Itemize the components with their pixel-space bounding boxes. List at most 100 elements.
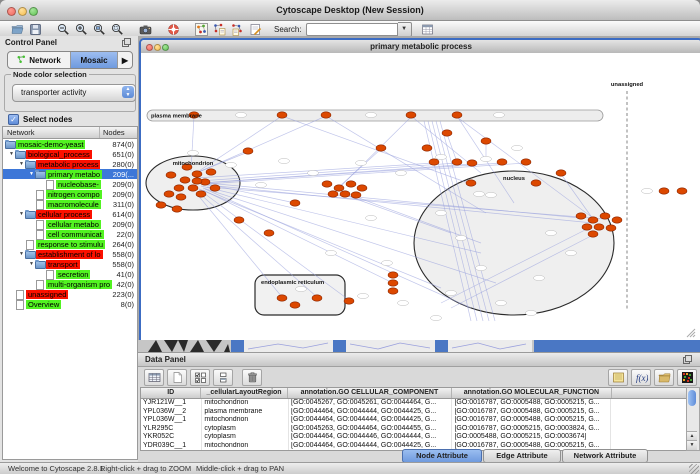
- column-visibility-icon[interactable]: [213, 369, 233, 386]
- snapshot-icon[interactable]: [138, 22, 153, 36]
- svg-text:mitochondrion: mitochondrion: [173, 161, 214, 167]
- network-canvas[interactable]: plasma membranemitochondrionnucleusendop…: [141, 53, 700, 342]
- network-overview-icon[interactable]: [194, 22, 209, 36]
- tree-row-metabolic-process[interactable]: ▼metabolic process280(0): [3, 159, 137, 169]
- tab-node-attribute-browser[interactable]: Node Attribute Browser: [402, 449, 482, 463]
- attribute-table[interactable]: ID_cellularLayoutRegionannotation.GO CEL…: [140, 387, 688, 451]
- cell: YLR295C: [141, 425, 202, 434]
- folder-icon: [25, 250, 35, 258]
- tab-mosaic[interactable]: Mosaic: [71, 52, 118, 68]
- attribute-table-icon[interactable]: [420, 22, 435, 36]
- folder-icon: [35, 260, 45, 268]
- zoom-selected-icon[interactable]: [92, 22, 107, 36]
- attribute-editor-icon[interactable]: [608, 369, 628, 386]
- search-input[interactable]: [306, 23, 398, 36]
- expander-icon[interactable]: ▼: [18, 251, 25, 257]
- tree-row-transport[interactable]: ▼transport558(0): [3, 259, 137, 269]
- new-document-icon[interactable]: [167, 369, 187, 386]
- network-close-button[interactable]: [146, 44, 153, 51]
- select-attributes-icon[interactable]: [190, 369, 210, 386]
- select-nodes-checkbox[interactable]: ✓: [8, 114, 19, 125]
- delete-icon[interactable]: [242, 369, 262, 386]
- tree-row-count: 280(0): [112, 160, 134, 169]
- close-button[interactable]: [7, 7, 16, 16]
- tree-row-overview[interactable]: Overview8(0): [3, 299, 137, 309]
- zoom-out-icon[interactable]: [56, 22, 71, 36]
- tree-row-nucleobase-[interactable]: nucleobase-209(0): [3, 179, 137, 189]
- status-bar: Welcome to Cytoscape 2.8.1Right-click + …: [0, 462, 700, 474]
- tree-row-macromolecule[interactable]: macromolecule311(0): [3, 199, 137, 209]
- table-row-yjr121w__1[interactable]: YJR121W__1mitochondrion[GO:0045267, GO:0…: [141, 399, 687, 408]
- open-file-icon[interactable]: [10, 22, 25, 36]
- cell: [GO:0016787, GO:0005488, GO:0005215, G..…: [452, 399, 611, 408]
- table-row-ykr052c[interactable]: YKR052Ccytoplasm[GO:0044464, GO:0044446,…: [141, 433, 687, 442]
- edit-network-2-icon[interactable]: [230, 22, 245, 36]
- float-panel-icon[interactable]: [122, 38, 131, 47]
- minimize-button[interactable]: [18, 7, 27, 16]
- column-header-1[interactable]: ID: [141, 388, 201, 398]
- search-dropdown-arrow-icon[interactable]: ▼: [398, 22, 412, 37]
- file-icon: [25, 240, 35, 248]
- window-titlebar[interactable]: Cytoscape Desktop (New Session): [0, 0, 700, 21]
- network-view-window[interactable]: primary metabolic process plasma membran…: [139, 38, 700, 344]
- import-attributes-icon[interactable]: [654, 369, 674, 386]
- attribute-table-header[interactable]: ID_cellularLayoutRegionannotation.GO CEL…: [141, 388, 687, 399]
- tree-row-establishment-of-lo[interactable]: ▼establishment of lo558(0): [3, 249, 137, 259]
- tree-row-label: primary metabo: [46, 170, 102, 179]
- table-icon[interactable]: [144, 369, 164, 386]
- annotation-icon[interactable]: [248, 22, 263, 36]
- column-header-3[interactable]: annotation.GO CELLULAR_COMPONENT: [288, 388, 452, 398]
- tree-row-cell-communicat[interactable]: cell communicat22(0): [3, 229, 137, 239]
- tree-row-cellular-process[interactable]: ▼cellular process614(0): [3, 209, 137, 219]
- tab-edge-attribute-browser[interactable]: Edge Attribute Browser: [483, 449, 561, 463]
- table-row-ypl036w__2[interactable]: YPL036W__2plasma membrane[GO:0044464, GO…: [141, 408, 687, 417]
- table-row-ypl036w__1[interactable]: YPL036W__1mitochondrion[GO:0044464, GO:0…: [141, 416, 687, 425]
- expander-icon[interactable]: ▼: [18, 161, 25, 167]
- attribute-matrix-icon[interactable]: [677, 369, 697, 386]
- cell: [GO:0044464, GO:0044444, GO:0044425, G..…: [289, 416, 452, 425]
- tree-row-nitrogen-compo[interactable]: nitrogen compo209(0): [3, 189, 137, 199]
- expander-icon[interactable]: ▼: [18, 211, 25, 217]
- table-scrollbar[interactable]: ▲ ▼: [686, 387, 700, 451]
- data-panel-title: Data Panel: [138, 353, 700, 367]
- tree-row-unassigned[interactable]: unassigned223(0): [3, 289, 137, 299]
- tree-row-label: mosaic-demo-yeast: [16, 140, 85, 149]
- toolbar-icons-group: [10, 22, 266, 36]
- zoom-fit-icon[interactable]: [110, 22, 125, 36]
- expander-icon[interactable]: ▼: [28, 171, 35, 177]
- node-color-dropdown[interactable]: transporter activity ▲▼: [12, 84, 136, 102]
- tab-network-attribute-browser[interactable]: Network Attribute Browser: [562, 449, 648, 463]
- column-header-2[interactable]: _cellularLayoutRegion: [201, 388, 287, 398]
- tree-row-mosaic-demo-yeast[interactable]: mosaic-demo-yeast 874(0): [3, 139, 137, 149]
- tab-network[interactable]: Network: [8, 52, 71, 68]
- column-header-4[interactable]: annotation.GO MOLECULAR_FUNCTION: [452, 388, 612, 398]
- tree-row-biological-process[interactable]: ▼biological_process651(0): [3, 149, 137, 159]
- network-graph[interactable]: plasma membranemitochondrionnucleusendop…: [141, 53, 697, 339]
- network-minimize-button[interactable]: [154, 44, 161, 51]
- expander-icon[interactable]: ▼: [8, 151, 15, 157]
- table-scrollbar-thumb[interactable]: [688, 390, 696, 406]
- help-icon[interactable]: [166, 22, 181, 36]
- expander-icon[interactable]: ▼: [28, 261, 35, 267]
- tree-row-cellular-metabo[interactable]: cellular metabo209(0): [3, 219, 137, 229]
- column-header-filler: [612, 388, 687, 398]
- network-view-titlebar[interactable]: primary metabolic process: [141, 40, 700, 54]
- function-builder-icon[interactable]: f(x): [631, 369, 651, 386]
- tree-row-multi-organism-pro[interactable]: multi-organism pro42(0): [3, 279, 137, 289]
- zoom-in-icon[interactable]: [74, 22, 89, 36]
- tree-row-secretion[interactable]: secretion41(0): [3, 269, 137, 279]
- data-panel-toolbar: f(x): [138, 367, 700, 386]
- cell: mitochondrion: [202, 416, 289, 425]
- tree-row-count: 874(0): [112, 140, 134, 149]
- table-row-ylr295c[interactable]: YLR295Ccytoplasm[GO:0045263, GO:0044464,…: [141, 425, 687, 434]
- tree-row-response-to-stimulu[interactable]: response to stimulu264(0): [3, 239, 137, 249]
- save-icon[interactable]: [28, 22, 43, 36]
- resize-grip[interactable]: [689, 464, 699, 474]
- tab-[interactable]: ▶: [118, 52, 133, 68]
- network-zoom-button[interactable]: [162, 44, 169, 51]
- tree-row-primary-metabo[interactable]: ▼primary metabo209(...: [3, 169, 137, 179]
- data-panel-float-icon[interactable]: [683, 355, 692, 364]
- edit-network-1-icon[interactable]: [212, 22, 227, 36]
- zoom-button[interactable]: [29, 7, 38, 16]
- file-icon: [35, 200, 45, 208]
